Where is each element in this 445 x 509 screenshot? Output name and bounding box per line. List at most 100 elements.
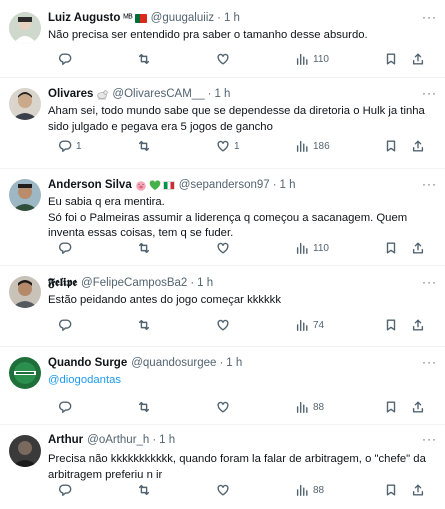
views-button[interactable]: 88 <box>295 482 324 498</box>
like-button[interactable] <box>216 482 234 498</box>
retweet-icon <box>138 53 150 65</box>
reply-button[interactable] <box>58 240 76 256</box>
views-icon <box>296 53 308 65</box>
avatar[interactable] <box>9 12 41 44</box>
bookmark-button[interactable] <box>384 138 398 154</box>
author-handle[interactable]: @oArthur_h <box>87 434 149 446</box>
author-handle[interactable]: @sepanderson97 <box>179 179 270 191</box>
share-button[interactable] <box>411 240 425 256</box>
reply-button[interactable] <box>58 317 76 333</box>
views-button[interactable]: 186 <box>295 138 330 154</box>
view-count: 110 <box>313 53 329 65</box>
bookmark-button[interactable] <box>384 51 398 67</box>
bookmark-icon <box>386 484 396 496</box>
like-button[interactable] <box>216 399 234 415</box>
tweet-text: Aham sei, todo mundo sabe que se depende… <box>48 105 425 133</box>
more-options-icon[interactable]: ··· <box>422 275 437 289</box>
retweet-button[interactable] <box>137 138 155 154</box>
action-bar: 88 <box>48 399 437 415</box>
timestamp[interactable]: 1 h <box>280 179 296 191</box>
tweet[interactable]: Luiz Augusto ᴹᴮ @guugaluiiz · 1 h ··· Nã… <box>0 0 445 78</box>
action-bar: 74 <box>48 317 437 333</box>
bookmark-button[interactable] <box>384 482 398 498</box>
reply-count: 1 <box>76 140 82 152</box>
avatar[interactable] <box>9 88 41 120</box>
more-options-icon[interactable]: ··· <box>422 86 437 100</box>
timestamp[interactable]: 1 h <box>224 12 240 24</box>
author-name[interactable]: Olivares <box>48 88 93 100</box>
like-button[interactable] <box>216 240 234 256</box>
retweet-button[interactable] <box>137 240 155 256</box>
retweet-icon <box>138 242 150 254</box>
author-handle[interactable]: @quandosurgee <box>131 357 216 369</box>
avatar[interactable] <box>9 435 41 467</box>
view-count: 88 <box>313 401 325 413</box>
reply-icon <box>58 319 72 331</box>
bookmark-button[interactable] <box>384 399 398 415</box>
tweet[interactable]: 𝕱𝖊𝖑𝖎𝖕𝖊 @FelipeCamposBa2 · 1 h ··· Estão … <box>0 266 445 347</box>
avatar[interactable] <box>9 357 41 389</box>
reply-feed: Luiz Augusto ᴹᴮ @guugaluiiz · 1 h ··· Nã… <box>0 0 445 509</box>
tweet[interactable]: Quando Surge @quandosurgee · 1 h ··· @di… <box>0 347 445 425</box>
reply-button[interactable]: 1 <box>58 138 82 154</box>
views-button[interactable]: 110 <box>295 240 329 256</box>
retweet-button[interactable] <box>137 482 155 498</box>
views-icon <box>296 401 308 413</box>
retweet-button[interactable] <box>137 317 155 333</box>
retweet-button[interactable] <box>137 399 155 415</box>
separator-dot: · <box>219 357 224 369</box>
timestamp[interactable]: 1 h <box>226 357 242 369</box>
reply-button[interactable] <box>58 399 76 415</box>
pig-face-icon <box>135 180 146 191</box>
timestamp[interactable]: 1 h <box>197 277 213 289</box>
author-name[interactable]: 𝕱𝖊𝖑𝖎𝖕𝖊 <box>48 277 77 290</box>
tweet[interactable]: Anderson Silva @sepanderson97 · 1 h ··· … <box>0 169 445 266</box>
author-handle[interactable]: @guugaluiiz <box>151 12 214 24</box>
view-count: 74 <box>313 319 325 331</box>
retweet-button[interactable] <box>137 51 155 67</box>
views-button[interactable]: 88 <box>295 399 324 415</box>
timestamp[interactable]: 1 h <box>214 88 230 100</box>
share-button[interactable] <box>411 51 425 67</box>
mention-link[interactable]: @diogodantas <box>48 374 121 386</box>
like-button[interactable]: 1 <box>216 138 240 154</box>
heart-icon <box>217 242 229 254</box>
share-button[interactable] <box>411 317 425 333</box>
author-handle[interactable]: @FelipeCamposBa2 <box>81 277 187 289</box>
like-button[interactable] <box>216 317 234 333</box>
action-bar: 1 1 186 <box>48 138 437 154</box>
share-button[interactable] <box>411 399 425 415</box>
tweet[interactable]: Arthur @oArthur_h · 1 h ··· Precisa não … <box>0 425 445 509</box>
avatar[interactable] <box>9 276 41 308</box>
like-count: 1 <box>234 140 240 152</box>
author-name[interactable]: Quando Surge <box>48 357 127 369</box>
tweet-text: Eu sabia q era mentira. Só foi o Palmeir… <box>48 196 408 239</box>
like-button[interactable] <box>216 51 234 67</box>
views-icon <box>296 484 308 496</box>
avatar[interactable] <box>9 179 41 211</box>
author-name[interactable]: Anderson Silva <box>48 179 132 191</box>
more-options-icon[interactable]: ··· <box>422 355 437 369</box>
bookmark-icon <box>386 53 396 65</box>
tweet[interactable]: Olivares @OlivaresCAM__ · 1 h ··· Aham s… <box>0 78 445 169</box>
views-button[interactable]: 74 <box>295 317 324 333</box>
more-options-icon[interactable]: ··· <box>422 10 437 24</box>
author-handle[interactable]: @OlivaresCAM__ <box>112 88 204 100</box>
reply-button[interactable] <box>58 51 76 67</box>
more-options-icon[interactable]: ··· <box>422 432 437 446</box>
bookmark-button[interactable] <box>384 240 398 256</box>
author-name[interactable]: Luiz Augusto <box>48 12 120 24</box>
separator-dot: · <box>152 434 157 446</box>
bookmark-button[interactable] <box>384 317 398 333</box>
views-icon <box>296 140 308 152</box>
reply-button[interactable] <box>58 482 76 498</box>
share-button[interactable] <box>411 482 425 498</box>
italy-flag-icon <box>162 180 175 190</box>
more-options-icon[interactable]: ··· <box>422 177 437 191</box>
timestamp[interactable]: 1 h <box>159 434 175 446</box>
share-button[interactable] <box>411 138 425 154</box>
heart-icon <box>217 140 229 152</box>
author-name[interactable]: Arthur <box>48 434 83 446</box>
views-button[interactable]: 110 <box>295 51 329 67</box>
action-bar: 110 <box>48 240 437 256</box>
